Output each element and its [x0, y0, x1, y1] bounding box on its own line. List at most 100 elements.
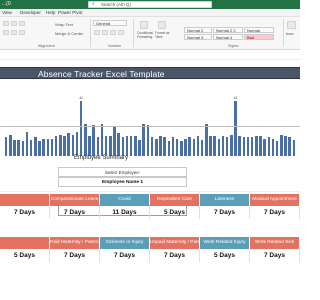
- leave-days-value: 11 Days: [100, 206, 150, 219]
- conditional-formatting-button[interactable]: Conditional Formatting: [137, 31, 153, 39]
- chart-bar: [146, 125, 150, 156]
- align-bottom-icon[interactable]: [19, 21, 25, 26]
- employee-name-select[interactable]: Employee Name 1: [58, 177, 187, 187]
- ribbon: Wrap Text Merge & Center Alignment Gener…: [0, 17, 300, 50]
- chart-bar: [13, 139, 16, 156]
- chart-bar: [271, 138, 275, 156]
- chart-bar: [50, 138, 54, 156]
- chart-bar: [180, 141, 183, 156]
- chart-bar: [225, 137, 229, 156]
- chart-bar: [205, 123, 208, 156]
- leave-days-value: 7 Days: [100, 249, 150, 262]
- style-bad[interactable]: Bad: [244, 34, 274, 40]
- insert-button[interactable]: Inse: [286, 31, 294, 36]
- chart-bar: [171, 137, 175, 156]
- chart-bar: [134, 135, 137, 156]
- gridline: [0, 59, 300, 60]
- chart-bar: [63, 135, 66, 156]
- chart-bar: [184, 138, 187, 156]
- chart-bar: [246, 137, 250, 156]
- leave-category-header: Work Related Injury: [200, 237, 249, 249]
- leave-category-header: [0, 237, 49, 249]
- chart-bar: [142, 123, 145, 156]
- chart-bar: [267, 137, 271, 156]
- chart-bar: [104, 135, 108, 156]
- chart-bar: [4, 137, 8, 156]
- chart-x-axis: [0, 126, 300, 127]
- align-left-icon[interactable]: [3, 30, 9, 35]
- menu-bar: View Developer Help Power Pivot: [0, 9, 300, 17]
- chart-bar: [71, 134, 75, 156]
- chart-bar: [288, 137, 291, 156]
- chart-bar: [150, 137, 154, 156]
- search-box[interactable]: ⌕ Search (Alt+Q): [88, 1, 212, 8]
- document-title: ...(0: [2, 1, 11, 7]
- gridline: [0, 191, 300, 192]
- number-format-select[interactable]: General: [93, 20, 127, 26]
- style-normal-4[interactable]: Normal 4: [213, 34, 243, 40]
- chart-bar: [109, 135, 112, 156]
- chart-data-label: 41: [79, 96, 83, 100]
- decimal-icon[interactable]: [118, 30, 124, 35]
- chart-bar: [217, 138, 221, 156]
- align-right-icon[interactable]: [19, 30, 25, 35]
- menu-item-developer[interactable]: Developer: [20, 10, 41, 15]
- chart-bar: [9, 134, 12, 156]
- group-alignment-label: Alignment: [38, 44, 55, 48]
- merge-center-button[interactable]: Merge & Center: [55, 31, 83, 36]
- insert-cells-icon[interactable]: [287, 21, 296, 29]
- wrap-text-button[interactable]: Wrap Text: [55, 22, 73, 27]
- conditional-formatting-icon[interactable]: [140, 21, 148, 29]
- chart-data-label: 41: [233, 96, 238, 100]
- chart-bar: [167, 141, 171, 156]
- chart-bar: [125, 135, 129, 156]
- worksheet[interactable]: Absence Tracker Excel Template 41 41 Empl…: [0, 51, 300, 300]
- chart-bar: [79, 101, 83, 156]
- menu-item-power-pivot[interactable]: Power Pivot: [58, 10, 83, 15]
- chart-bar: [175, 138, 179, 156]
- search-icon: ⌕: [92, 1, 95, 7]
- sheet-title-banner: Absence Tracker Excel Template: [0, 67, 300, 79]
- style-normal-3[interactable]: Normal 3: [184, 34, 212, 40]
- select-employee-label[interactable]: Select Employee:: [58, 167, 187, 177]
- chart-bar: [242, 137, 246, 156]
- leave-days-value: 5 Days: [150, 206, 200, 219]
- align-center-icon[interactable]: [11, 30, 17, 35]
- chart-bar: [84, 123, 87, 156]
- chart-bar: [96, 137, 100, 156]
- chart-bar: [284, 135, 287, 156]
- style-normal[interactable]: Normal: [244, 27, 274, 33]
- comma-icon[interactable]: [110, 30, 116, 35]
- chart-bar: [129, 135, 133, 156]
- format-as-table-icon[interactable]: [158, 21, 166, 29]
- style-normal-2[interactable]: Normal 2: [184, 27, 212, 33]
- chart-bar: [34, 137, 37, 156]
- chart-bar: [54, 135, 58, 156]
- align-top-icon[interactable]: [3, 21, 9, 26]
- chart-bar: [21, 141, 25, 156]
- leave-category-header: Compassionate Leave: [50, 194, 99, 206]
- leave-category-header: [0, 194, 49, 206]
- menu-item-help[interactable]: Help: [46, 10, 55, 15]
- align-middle-icon[interactable]: [11, 21, 17, 26]
- chart-bar: [259, 135, 262, 156]
- leave-category-header: Lateness: [200, 194, 249, 206]
- ribbon-separator: [283, 19, 284, 47]
- summary-title: Employee Summary: [74, 155, 129, 161]
- leave-days-value: 7 Days: [200, 206, 250, 219]
- chart-bar: [100, 123, 104, 156]
- chart-bar: [75, 131, 79, 156]
- leave-category-header: Paid Maternity / Paternity: [50, 237, 99, 249]
- chart-bar: [196, 135, 200, 156]
- sheet-title: Absence Tracker Excel Template: [38, 69, 165, 79]
- chart-bar: [192, 138, 196, 156]
- chart-bar: [188, 137, 191, 156]
- chart-bar: [88, 135, 91, 156]
- format-as-table-button[interactable]: Format as Table: [155, 31, 171, 39]
- chart-bar: [138, 139, 141, 156]
- menu-item-view[interactable]: View: [2, 10, 12, 15]
- percent-icon[interactable]: [102, 30, 108, 35]
- currency-icon[interactable]: [94, 30, 100, 35]
- chart-bar: [213, 135, 216, 156]
- style-normal-2-2[interactable]: Normal 2 2: [213, 27, 243, 33]
